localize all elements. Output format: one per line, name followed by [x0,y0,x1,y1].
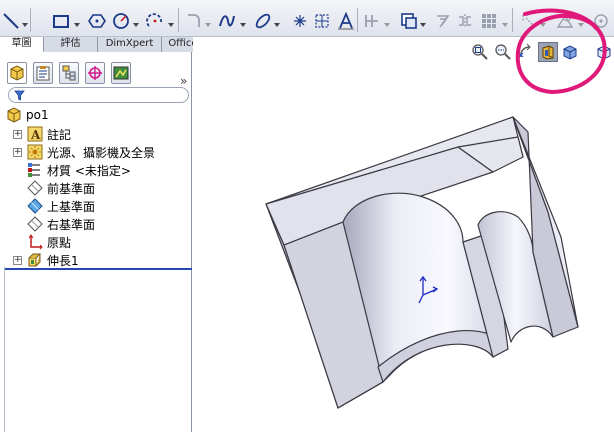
toolbar-separator [357,8,358,32]
panel-tab-strip: » [5,62,191,88]
polygon-tool-icon[interactable] [86,10,108,32]
tree-root-part[interactable]: po1 [6,106,49,124]
convert-dropdown-icon[interactable] [420,18,426,27]
lights-cameras-icon [27,144,43,160]
annotation-circle [515,8,607,95]
tree-item-material[interactable]: 材質 <未指定> [27,161,131,179]
arc-dropdown-icon[interactable] [168,18,174,27]
tree-item-annotations[interactable]: A 註記 [27,125,71,143]
filter-icon [14,90,25,101]
feature-manager-panel: » po1 + A 註記 + 光源、攝影機及全景 材質 <未指定> 前基準面 上… [0,52,192,432]
propertymanager-tab-icon[interactable] [33,62,53,84]
ellipse-dropdown-icon[interactable] [274,18,280,27]
rectangle-tool-icon[interactable] [50,10,72,32]
sketch-fillet-icon[interactable] [182,10,204,32]
origin-icon [27,234,43,250]
toolbar-separator [178,8,179,32]
tab-sketch[interactable]: 草圖 [0,37,44,52]
tree-item-front-plane[interactable]: 前基準面 [27,179,95,197]
trim-entities-icon[interactable] [360,10,382,32]
tree-item-label: 註記 [47,127,72,142]
plane-selected-icon [27,198,43,214]
panel-tabs-overflow-icon[interactable]: » [180,74,187,88]
tree-item-label: 光源、攝影機及全景 [47,145,156,160]
circle-tool-icon[interactable] [110,10,132,32]
plane-icon [27,180,43,196]
tree-item-extrude[interactable]: 伸長1 [27,251,79,269]
display-manager-tab-icon[interactable] [111,62,131,84]
annotations-icon: A [27,126,43,142]
offset-entities-icon[interactable] [432,10,454,32]
toolbar-separator [30,8,31,32]
plane-icon [27,216,43,232]
rollback-bar[interactable] [5,268,192,270]
extrude-icon [27,252,43,268]
grid-icon[interactable] [311,10,333,32]
convert-entities-icon[interactable] [398,10,420,32]
featuremanager-tab-icon[interactable] [7,62,27,84]
spline-tool-icon[interactable] [216,10,238,32]
trim-dropdown-icon[interactable] [384,18,390,27]
text-tool-icon[interactable] [335,10,357,32]
rectangle-dropdown-icon[interactable] [74,18,80,27]
point-tool-icon[interactable] [289,10,311,32]
solidworks-window: 草圖 評估 DimXpert Office 產品 » po1 [0,0,614,432]
material-icon [27,162,43,178]
tree-filter-input[interactable] [8,87,189,103]
tab-evaluate[interactable]: 評估 [44,37,98,52]
spline-dropdown-icon[interactable] [240,18,246,27]
line-tool-icon[interactable] [0,10,22,32]
linear-pattern-icon[interactable] [478,10,500,32]
tree-item-top-plane[interactable]: 上基準面 [27,197,95,215]
tree-item-label: 原點 [47,235,72,250]
arc-tool-icon[interactable] [144,10,166,32]
tree-item-label: 伸長1 [47,253,79,268]
svg-text:A: A [30,128,41,142]
expand-lights-icon[interactable]: + [13,148,22,157]
part-icon [6,107,22,123]
tree-item-right-plane[interactable]: 右基準面 [27,215,95,233]
tree-item-origin[interactable]: 原點 [27,233,71,251]
mirror-entities-icon[interactable] [454,10,476,32]
tree-item-lights-cameras[interactable]: 光源、攝影機及全景 [27,143,155,161]
configurationmanager-tab-icon[interactable] [59,62,79,84]
tab-dimxpert[interactable]: DimXpert [98,37,162,52]
tree-item-label: 前基準面 [47,181,96,196]
tree-item-label: 右基準面 [47,217,96,232]
tree-item-label: 材質 <未指定> [47,163,131,178]
ellipse-tool-icon[interactable] [252,10,274,32]
line-dropdown-icon[interactable] [22,18,28,27]
tree-root-label: po1 [26,108,49,122]
part-body[interactable] [265,116,579,409]
feature-tree: po1 + A 註記 + 光源、攝影機及全景 材質 <未指定> 前基準面 上基準… [0,106,192,272]
expand-annotations-icon[interactable]: + [13,130,22,139]
dimxpert-tab-icon[interactable] [85,62,105,84]
expand-extrude-icon[interactable]: + [13,256,22,265]
tree-item-label: 上基準面 [47,199,96,214]
fillet-dropdown-icon[interactable] [205,18,211,27]
circle-dropdown-icon[interactable] [133,18,139,27]
tree-indent-line [4,267,5,432]
